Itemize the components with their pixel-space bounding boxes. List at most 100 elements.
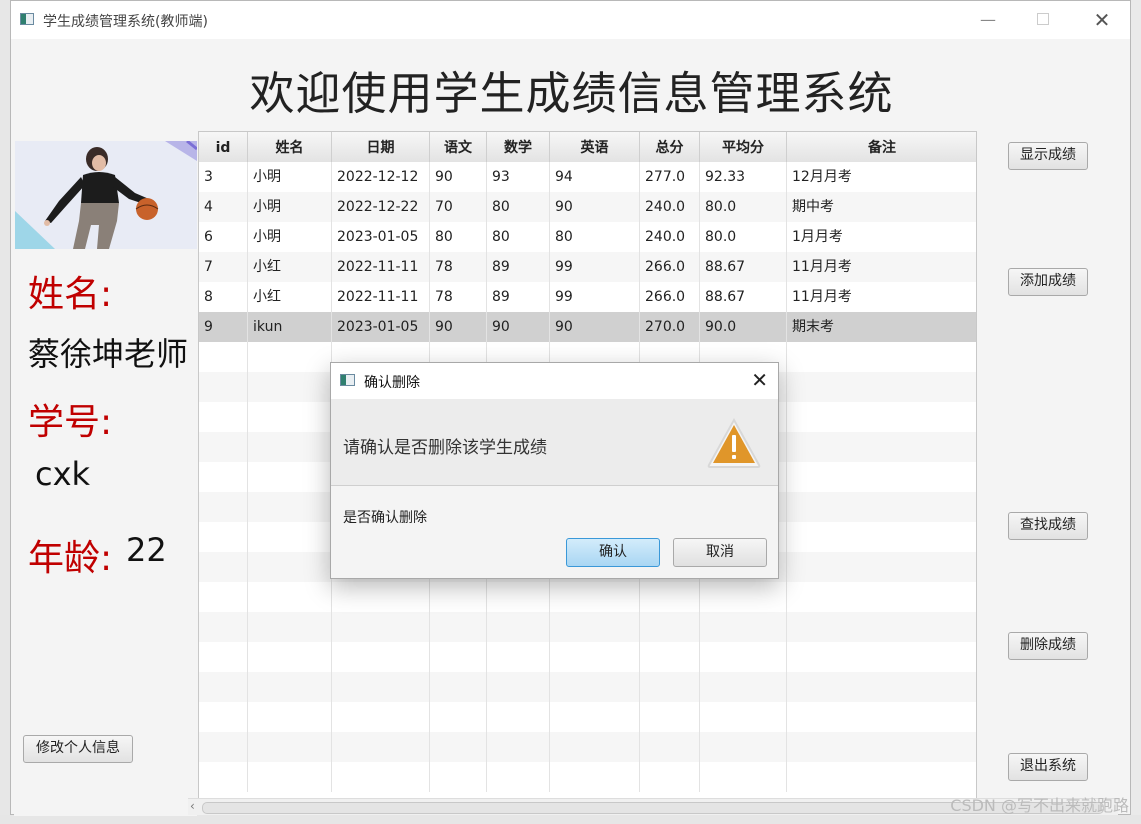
exit-system-button[interactable]: 退出系统 <box>1008 753 1088 781</box>
table-cell: 11月月考 <box>787 282 976 312</box>
age-label: 年龄: <box>28 538 113 579</box>
table-cell: 78 <box>430 282 487 312</box>
column-header[interactable]: id <box>199 132 248 162</box>
table-cell: 90 <box>550 192 640 222</box>
table-cell <box>640 642 700 672</box>
table-cell: 9 <box>199 312 248 342</box>
table-cell: 期中考 <box>787 192 976 222</box>
table-cell <box>487 762 550 792</box>
table-cell: 80 <box>550 222 640 252</box>
table-cell: 89 <box>487 252 550 282</box>
dialog-close-icon[interactable]: ✕ <box>751 368 768 392</box>
empty-table-row[interactable] <box>199 672 976 702</box>
table-cell: 2022-12-22 <box>332 192 430 222</box>
table-cell: 7 <box>199 252 248 282</box>
table-cell: 80.0 <box>700 192 787 222</box>
table-cell <box>700 612 787 642</box>
table-cell <box>199 492 248 522</box>
table-cell <box>248 642 332 672</box>
table-row[interactable]: 9 ikun 2023-01-05 90 90 90 270.0 90.0 期末考 <box>199 312 976 342</box>
table-cell <box>199 462 248 492</box>
table-cell <box>248 702 332 732</box>
table-cell: 240.0 <box>640 192 700 222</box>
background-window-edge-bottom <box>0 815 1141 824</box>
column-header[interactable]: 平均分 <box>700 132 787 162</box>
table-cell: 89 <box>487 282 550 312</box>
close-icon[interactable]: ✕ <box>1088 9 1116 31</box>
table-cell: 94 <box>550 162 640 192</box>
scroll-left-icon[interactable]: ‹ <box>190 799 195 813</box>
table-cell <box>550 762 640 792</box>
table-cell: 小明 <box>248 162 332 192</box>
table-cell <box>787 552 976 582</box>
column-header[interactable]: 姓名 <box>248 132 332 162</box>
dialog-header-text: 请确认是否删除该学生成绩 <box>343 438 547 458</box>
table-cell: 11月月考 <box>787 252 976 282</box>
table-cell <box>199 642 248 672</box>
table-cell <box>199 342 248 372</box>
empty-table-row[interactable] <box>199 702 976 732</box>
table-cell: 2022-12-12 <box>332 162 430 192</box>
maximize-icon[interactable] <box>1029 9 1057 31</box>
table-cell <box>199 672 248 702</box>
table-row[interactable]: 4 小明 2022-12-22 70 80 90 240.0 80.0 期中考 <box>199 192 976 222</box>
table-cell <box>199 732 248 762</box>
table-cell <box>550 582 640 612</box>
find-grade-button[interactable]: 查找成绩 <box>1008 512 1088 540</box>
table-row[interactable]: 7 小红 2022-11-11 78 89 99 266.0 88.67 11月月考 <box>199 252 976 282</box>
background-window-edge-right <box>1131 0 1141 824</box>
table-row[interactable]: 3 小明 2022-12-12 90 93 94 277.0 92.33 12月月考 <box>199 162 976 192</box>
table-cell <box>199 402 248 432</box>
table-cell <box>248 462 332 492</box>
table-cell <box>787 522 976 552</box>
id-label: 学号: <box>28 402 113 443</box>
table-header: id 姓名 日期 语文 数学 英语 总分 平均分 备注 <box>199 132 976 163</box>
window-title: 学生成绩管理系统(教师端) <box>43 14 208 30</box>
table-cell <box>700 702 787 732</box>
table-cell <box>430 612 487 642</box>
dialog-header: 请确认是否删除该学生成绩 <box>331 399 778 486</box>
table-cell: 80 <box>430 222 487 252</box>
add-grade-button[interactable]: 添加成绩 <box>1008 268 1088 296</box>
table-cell: 266.0 <box>640 252 700 282</box>
table-cell <box>700 732 787 762</box>
cancel-button[interactable]: 取消 <box>673 538 767 567</box>
empty-table-row[interactable] <box>199 762 976 792</box>
table-cell: 70 <box>430 192 487 222</box>
show-grades-button[interactable]: 显示成绩 <box>1008 142 1088 170</box>
confirm-button[interactable]: 确认 <box>566 538 660 567</box>
table-cell: 80 <box>487 192 550 222</box>
table-cell <box>430 672 487 702</box>
table-cell: 4 <box>199 192 248 222</box>
column-header[interactable]: 总分 <box>640 132 700 162</box>
dialog-content-text: 是否确认删除 <box>343 510 427 526</box>
table-cell <box>787 342 976 372</box>
column-header[interactable]: 日期 <box>332 132 430 162</box>
edit-profile-button[interactable]: 修改个人信息 <box>23 735 133 763</box>
profile-panel: 姓名: 蔡徐坤老师 学号: cxk 年龄: 22 <box>14 141 197 816</box>
empty-table-row[interactable] <box>199 582 976 612</box>
empty-table-row[interactable] <box>199 642 976 672</box>
column-header[interactable]: 备注 <box>787 132 976 162</box>
table-cell <box>787 732 976 762</box>
column-header[interactable]: 英语 <box>550 132 640 162</box>
table-cell: 2023-01-05 <box>332 222 430 252</box>
table-cell <box>332 672 430 702</box>
minimize-icon[interactable]: — <box>974 9 1002 31</box>
table-cell <box>332 732 430 762</box>
table-cell <box>550 702 640 732</box>
table-cell <box>430 762 487 792</box>
table-cell: ikun <box>248 312 332 342</box>
table-cell: 88.67 <box>700 252 787 282</box>
table-row[interactable]: 8 小红 2022-11-11 78 89 99 266.0 88.67 11月月考 <box>199 282 976 312</box>
table-cell: 80 <box>487 222 550 252</box>
column-header[interactable]: 数学 <box>487 132 550 162</box>
table-cell: 78 <box>430 252 487 282</box>
column-header[interactable]: 语文 <box>430 132 487 162</box>
delete-grade-button[interactable]: 删除成绩 <box>1008 632 1088 660</box>
table-row[interactable]: 6 小明 2023-01-05 80 80 80 240.0 80.0 1月月考 <box>199 222 976 252</box>
empty-table-row[interactable] <box>199 732 976 762</box>
table-cell <box>787 582 976 612</box>
table-cell <box>248 492 332 522</box>
empty-table-row[interactable] <box>199 612 976 642</box>
